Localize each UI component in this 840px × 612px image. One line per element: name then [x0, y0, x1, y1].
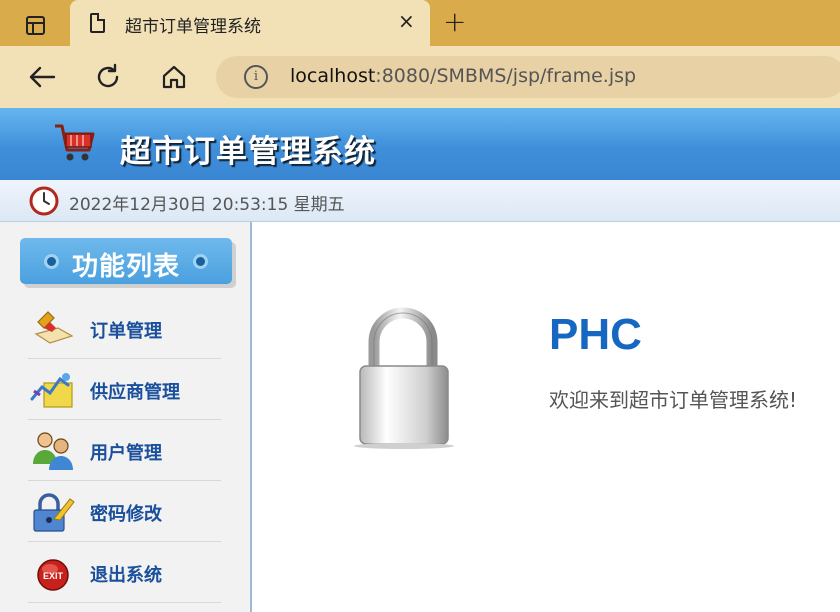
datetime-bar: 2022年12月30日 20:53:15 星期五: [0, 180, 840, 222]
sidebar-item-users[interactable]: 用户管理: [28, 420, 221, 481]
supplier-icon: [30, 373, 73, 408]
sidebar-item-orders[interactable]: 订单管理: [28, 298, 221, 359]
lock-key-icon: [33, 493, 75, 532]
menu-heading: 功能列表: [20, 238, 232, 284]
home-icon: [162, 65, 186, 89]
sidebar: 功能列表 订单管理 供应商管理 用户管理 密码修改 EXIT 退出系统: [0, 222, 252, 612]
refresh-icon: [97, 63, 119, 88]
arrow-left-icon: [29, 66, 56, 88]
back-button[interactable]: [26, 61, 58, 93]
app-title: 超市订单管理系统: [120, 134, 376, 170]
info-icon[interactable]: i: [244, 65, 268, 89]
shopping-cart-icon: [55, 124, 95, 161]
svg-text:EXIT: EXIT: [43, 571, 64, 581]
padlock-icon: [354, 307, 454, 449]
welcome-message: 欢迎来到超市订单管理系统!: [549, 388, 798, 412]
sidebar-item-label: 供应商管理: [90, 382, 180, 403]
browser-tab-bar: 超市订单管理系统 × +: [0, 0, 840, 46]
browser-tab[interactable]: 超市订单管理系统 ×: [70, 0, 430, 46]
sidebar-item-label: 订单管理: [90, 321, 162, 342]
tab-actions-button[interactable]: [12, 9, 58, 41]
bullet-icon: [193, 254, 208, 269]
sidebar-item-password[interactable]: 密码修改: [28, 481, 221, 542]
url-field[interactable]: i localhost:8080/SMBMS/jsp/frame.jsp: [216, 56, 840, 98]
home-button[interactable]: [158, 61, 190, 93]
reload-button[interactable]: [92, 61, 124, 93]
new-tab-button[interactable]: +: [443, 7, 466, 37]
sidebar-item-exit[interactable]: EXIT 退出系统: [28, 542, 221, 603]
sidebar-item-label: 用户管理: [90, 443, 162, 464]
close-tab-button[interactable]: ×: [398, 11, 415, 31]
app-header: 超市订单管理系统: [0, 108, 840, 180]
clock-icon: [29, 186, 59, 216]
users-icon: [33, 432, 73, 470]
url-text: localhost:8080/SMBMS/jsp/frame.jsp: [290, 65, 637, 87]
address-bar-row: i localhost:8080/SMBMS/jsp/frame.jsp: [0, 46, 840, 108]
tab-title: 超市订单管理系统: [125, 17, 261, 37]
current-datetime: 2022年12月30日 20:53:15 星期五: [69, 195, 345, 215]
document-icon: [90, 13, 105, 33]
exit-icon: EXIT: [37, 559, 69, 591]
sidebar-item-suppliers[interactable]: 供应商管理: [28, 359, 221, 420]
sidebar-item-label: 退出系统: [90, 565, 162, 586]
window-icon: [25, 15, 45, 35]
order-icon: [34, 311, 74, 344]
sidebar-item-label: 密码修改: [90, 504, 162, 525]
user-name: PHC: [549, 310, 642, 359]
